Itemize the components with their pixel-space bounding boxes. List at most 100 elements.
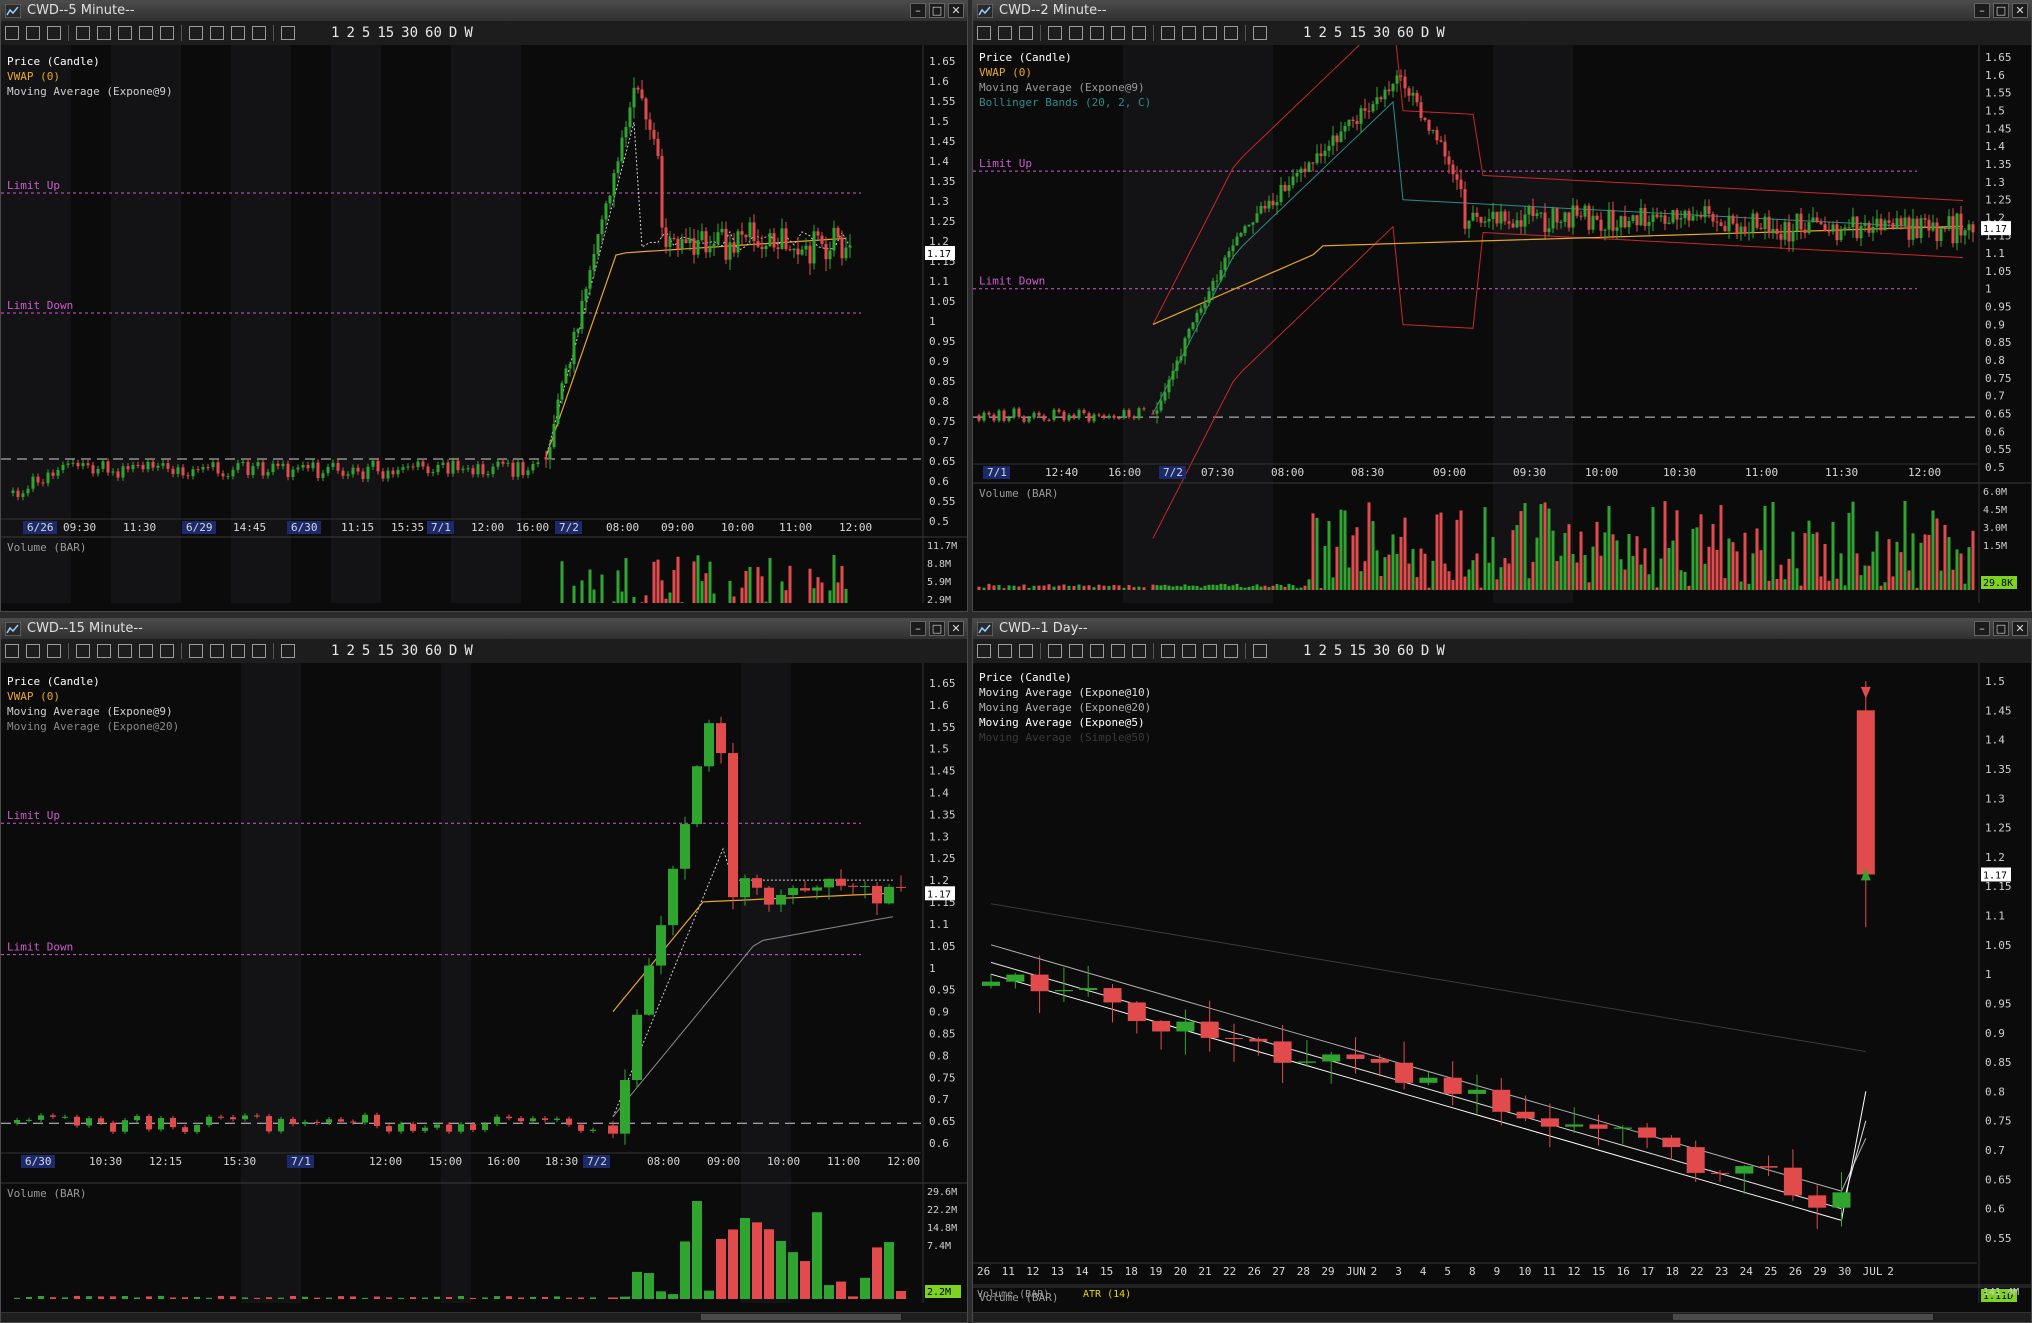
period-5-button[interactable]: 5 bbox=[1334, 639, 1342, 663]
period-week-button[interactable]: W bbox=[1436, 21, 1444, 45]
link-icon[interactable] bbox=[26, 644, 40, 658]
period-1-button[interactable]: 1 bbox=[331, 639, 339, 663]
period-30-button[interactable]: 30 bbox=[401, 639, 418, 663]
price-volume-chart[interactable]: 1.651.61.551.51.451.41.351.31.251.21.151… bbox=[1, 45, 967, 611]
cursor-icon[interactable] bbox=[1161, 644, 1175, 658]
period-5-button[interactable]: 5 bbox=[362, 639, 370, 663]
crosshair-icon[interactable] bbox=[1203, 26, 1217, 40]
period-week-button[interactable]: W bbox=[1436, 639, 1444, 663]
minimize-button[interactable]: – bbox=[910, 3, 926, 18]
studies-icon[interactable] bbox=[1019, 26, 1033, 40]
chart-area[interactable]: 1.5 1.45 1.4 1.35 1.3 1.25 1.2 1.15 1.1 1.05 1 0.95… bbox=[973, 663, 2031, 1320]
maximize-button[interactable]: □ bbox=[1993, 3, 2009, 18]
period-1-button[interactable]: 1 bbox=[331, 21, 339, 45]
draw-icon[interactable] bbox=[252, 26, 266, 40]
chart-area[interactable]: 1.65 1.6 1.55 1.5 1.45 1.4 1.35 1.3 1.25 1.2 1.15 1… bbox=[973, 11, 2031, 607]
draw-icon[interactable] bbox=[1224, 26, 1238, 40]
period-15-button[interactable]: 15 bbox=[377, 21, 394, 45]
close-button[interactable]: ✕ bbox=[948, 621, 964, 636]
layout-icon[interactable] bbox=[1111, 26, 1125, 40]
maximize-button[interactable]: □ bbox=[929, 3, 945, 18]
period-60-button[interactable]: 60 bbox=[425, 21, 442, 45]
period-60-button[interactable]: 60 bbox=[1397, 639, 1414, 663]
period-1-button[interactable]: 1 bbox=[1303, 639, 1311, 663]
period-day-button[interactable]: D bbox=[1421, 639, 1429, 663]
bar-style-icon[interactable] bbox=[97, 26, 111, 40]
price-volume-chart[interactable]: 1.651.61.551.51.451.41.351.31.251.21.151… bbox=[973, 11, 2031, 603]
hand-icon[interactable] bbox=[1182, 644, 1196, 658]
link-icon[interactable] bbox=[26, 26, 40, 40]
layout-icon[interactable] bbox=[139, 644, 153, 658]
studies-icon[interactable] bbox=[47, 644, 61, 658]
layout-icon[interactable] bbox=[139, 26, 153, 40]
minimize-button[interactable]: – bbox=[910, 621, 926, 636]
period-5-button[interactable]: 5 bbox=[362, 21, 370, 45]
title-bar[interactable]: CWD--5 Minute-- – □ ✕ bbox=[1, 1, 967, 21]
layout-icon[interactable] bbox=[1111, 644, 1125, 658]
cursor-icon[interactable] bbox=[189, 644, 203, 658]
template-icon[interactable] bbox=[1132, 26, 1146, 40]
crosshair-icon[interactable] bbox=[231, 644, 245, 658]
grid-icon[interactable] bbox=[118, 644, 132, 658]
period-15-button[interactable]: 15 bbox=[1349, 21, 1366, 45]
line-icon[interactable] bbox=[76, 644, 90, 658]
clock-icon[interactable] bbox=[281, 26, 295, 40]
crosshair-icon[interactable] bbox=[1203, 644, 1217, 658]
link-icon[interactable] bbox=[998, 26, 1012, 40]
clock-icon[interactable] bbox=[1253, 26, 1267, 40]
period-2-button[interactable]: 2 bbox=[1318, 639, 1326, 663]
title-bar[interactable]: CWD--1 Day-- – □ ✕ bbox=[973, 619, 2031, 639]
close-button[interactable]: ✕ bbox=[2012, 621, 2028, 636]
minimize-button[interactable]: – bbox=[1974, 621, 1990, 636]
studies-icon[interactable] bbox=[47, 26, 61, 40]
grid-icon[interactable] bbox=[1090, 26, 1104, 40]
period-30-button[interactable]: 30 bbox=[1373, 639, 1390, 663]
chart-area[interactable]: 1.65 1.6 1.55 1.5 1.45 1.4 1.35 1.3 1.25 1.2 1.15 1… bbox=[1, 45, 967, 611]
link-icon[interactable] bbox=[998, 644, 1012, 658]
hand-icon[interactable] bbox=[210, 644, 224, 658]
close-button[interactable]: ✕ bbox=[2012, 3, 2028, 18]
bar-style-icon[interactable] bbox=[1069, 26, 1083, 40]
crosshair-icon[interactable] bbox=[231, 26, 245, 40]
period-2-button[interactable]: 2 bbox=[346, 639, 354, 663]
period-30-button[interactable]: 30 bbox=[1373, 21, 1390, 45]
draw-icon[interactable] bbox=[1224, 644, 1238, 658]
title-bar[interactable]: CWD--2 Minute-- – □ ✕ bbox=[973, 1, 2031, 21]
chart-settings-icon[interactable] bbox=[977, 644, 991, 658]
title-bar[interactable]: CWD--15 Minute-- – □ ✕ bbox=[1, 619, 967, 639]
horizontal-scrollbar[interactable] bbox=[973, 1312, 2031, 1322]
chart-settings-icon[interactable] bbox=[5, 26, 19, 40]
line-icon[interactable] bbox=[1048, 26, 1062, 40]
period-week-button[interactable]: W bbox=[464, 639, 472, 663]
line-icon[interactable] bbox=[76, 26, 90, 40]
chart-pane-5min[interactable]: CWD--5 Minute-- – □ ✕ 1 2 5 15 30 60 D W… bbox=[0, 0, 968, 612]
studies-icon[interactable] bbox=[1019, 644, 1033, 658]
period-1-button[interactable]: 1 bbox=[1303, 21, 1311, 45]
price-volume-chart[interactable]: 1.651.61.551.51.451.41.351.31.251.21.151… bbox=[1, 663, 967, 1303]
grid-icon[interactable] bbox=[1090, 644, 1104, 658]
hand-icon[interactable] bbox=[1182, 26, 1196, 40]
line-icon[interactable] bbox=[1048, 644, 1062, 658]
horizontal-scrollbar[interactable] bbox=[1, 1312, 967, 1322]
bar-style-icon[interactable] bbox=[1069, 644, 1083, 658]
minimize-button[interactable]: – bbox=[1974, 3, 1990, 18]
close-button[interactable]: ✕ bbox=[948, 3, 964, 18]
period-day-button[interactable]: D bbox=[1421, 21, 1429, 45]
chart-pane-15min[interactable]: CWD--15 Minute-- – □ ✕ 1 2 5 15 30 60 D … bbox=[0, 618, 968, 1323]
period-day-button[interactable]: D bbox=[449, 21, 457, 45]
period-30-button[interactable]: 30 bbox=[401, 21, 418, 45]
chart-pane-daily[interactable]: CWD--1 Day-- – □ ✕ 1 2 5 15 30 60 D W 1.… bbox=[972, 618, 2032, 1323]
bar-style-icon[interactable] bbox=[97, 644, 111, 658]
chart-settings-icon[interactable] bbox=[977, 26, 991, 40]
hand-icon[interactable] bbox=[210, 26, 224, 40]
period-15-button[interactable]: 15 bbox=[1349, 639, 1366, 663]
period-2-button[interactable]: 2 bbox=[346, 21, 354, 45]
template-icon[interactable] bbox=[160, 644, 174, 658]
period-5-button[interactable]: 5 bbox=[1334, 21, 1342, 45]
price-volume-chart[interactable]: 1.51.451.41.351.31.251.21.151.11.0510.95… bbox=[973, 663, 2031, 1320]
clock-icon[interactable] bbox=[281, 644, 295, 658]
period-week-button[interactable]: W bbox=[464, 21, 472, 45]
clock-icon[interactable] bbox=[1253, 644, 1267, 658]
period-15-button[interactable]: 15 bbox=[377, 639, 394, 663]
chart-area[interactable]: 1.65 1.6 1.55 1.5 1.45 1.4 1.35 1.3 1.25 1.2 1.15 1… bbox=[1, 663, 967, 1307]
